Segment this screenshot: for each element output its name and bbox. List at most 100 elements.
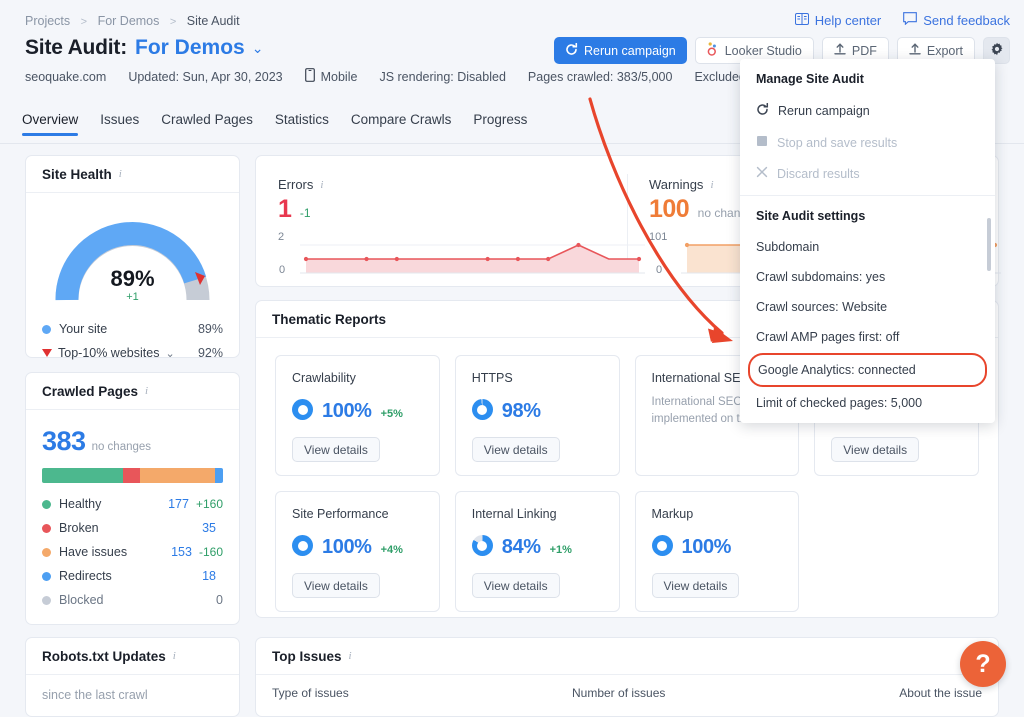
thematic-card-value-row: 98%: [471, 396, 603, 423]
tab-progress[interactable]: Progress: [473, 112, 527, 136]
dropdown-item-label: Discard results: [777, 166, 860, 181]
breakdown-value: 18: [202, 569, 216, 583]
site-health-legend: Your site 89% Top-10% websites ⌄ 92%: [42, 317, 223, 365]
crawled-pages-breakdown: Healthy 177 +160 Broken 35 Have issues 1…: [26, 483, 239, 612]
help-center-link[interactable]: Help center: [794, 12, 882, 28]
legend-label: Top-10% websites: [58, 346, 160, 360]
close-x-icon: [756, 166, 768, 181]
thematic-report-card[interactable]: Markup 100% View details: [634, 491, 800, 612]
dropdown-item-crawl-sources[interactable]: Crawl sources: Website: [740, 292, 995, 322]
utility-links: Help center Send feedback: [794, 12, 1010, 28]
dropdown-item-google-analytics[interactable]: Google Analytics: connected: [748, 353, 987, 387]
dropdown-item-crawl-subdomains[interactable]: Crawl subdomains: yes: [740, 262, 995, 292]
campaign-meta: seoquake.com Updated: Sun, Apr 30, 2023 …: [25, 68, 746, 85]
list-item[interactable]: Redirects 18: [42, 564, 223, 588]
info-icon[interactable]: i: [173, 650, 176, 662]
status-dot-icon: [42, 547, 51, 557]
dropdown-item-rerun-campaign[interactable]: Rerun campaign: [740, 95, 995, 127]
thematic-card-value-row: 84% +1%: [471, 532, 603, 559]
project-name-link[interactable]: For Demos: [135, 36, 245, 60]
info-icon[interactable]: i: [119, 168, 122, 180]
thematic-card-title: Internal Linking: [471, 507, 557, 521]
dropdown-item-discard-results: Discard results: [740, 158, 995, 189]
dropdown-item-label: Crawl sources: Website: [756, 300, 888, 314]
site-health-card: Site Health i 89% +1 Your site 89% Top-1…: [25, 155, 240, 360]
help-center-label: Help center: [814, 12, 882, 28]
thematic-report-card[interactable]: Internal Linking 84% +1% View details: [454, 491, 620, 612]
view-details-button[interactable]: View details: [292, 573, 380, 598]
thematic-card-percent: 84%: [501, 536, 541, 558]
sparkline-point[interactable]: [394, 256, 399, 262]
top-issues-title: Top Issues: [272, 648, 342, 664]
view-details-button[interactable]: View details: [471, 573, 560, 598]
info-icon[interactable]: i: [349, 650, 352, 662]
stacked-bar-segment: [214, 468, 223, 483]
dropdown-item-crawl-amp-pages[interactable]: Crawl AMP pages first: off: [740, 322, 995, 352]
sparkline-point[interactable]: [303, 256, 309, 262]
list-item[interactable]: Healthy 177 +160: [42, 492, 223, 516]
upload-icon: [834, 42, 846, 59]
sparkline-point[interactable]: [485, 256, 490, 262]
rerun-campaign-button[interactable]: Rerun campaign: [554, 37, 687, 64]
robots-txt-title: Robots.txt Updates: [42, 648, 166, 664]
thematic-report-card[interactable]: Site Performance 100% +4% View details: [275, 491, 440, 612]
progress-ring-icon: [471, 535, 493, 556]
errors-value-row: 1 -1: [278, 195, 627, 224]
thematic-reports-title: Thematic Reports: [272, 311, 387, 327]
chevron-down-icon[interactable]: ⌄: [252, 40, 264, 57]
breadcrumb-item-projects[interactable]: Projects: [25, 14, 70, 28]
view-details-button[interactable]: View details: [471, 437, 560, 462]
thematic-report-card[interactable]: Crawlability 100% +5% View details: [275, 355, 440, 476]
help-fab-button[interactable]: ?: [960, 641, 1006, 687]
legend-item-top-10-websites[interactable]: Top-10% websites ⌄ 92%: [42, 341, 223, 365]
view-details-button[interactable]: View details: [831, 437, 920, 462]
gear-icon: [990, 42, 1004, 59]
sparkline-point[interactable]: [576, 242, 581, 248]
dropdown-item-limit-of-checked-pages[interactable]: Limit of checked pages: 5,000: [740, 388, 995, 423]
sparkline-point[interactable]: [546, 256, 551, 262]
dropdown-scrollbar[interactable]: [987, 218, 991, 271]
send-feedback-link[interactable]: Send feedback: [903, 12, 1010, 28]
sparkline-point[interactable]: [364, 256, 369, 262]
chevron-down-icon[interactable]: ⌄: [165, 347, 174, 360]
dropdown-section-title-manage: Manage Site Audit: [756, 72, 864, 86]
stacked-bar-segment: [139, 468, 215, 483]
thematic-report-card[interactable]: HTTPS 98% View details: [454, 355, 620, 476]
stacked-bar-segment: [123, 468, 140, 483]
list-item[interactable]: Broken 35: [42, 516, 223, 540]
site-health-value: 89%: [110, 266, 154, 291]
sparkline-point[interactable]: [684, 242, 690, 248]
breadcrumb-separator: >: [169, 16, 177, 28]
refresh-icon: [756, 102, 769, 119]
stop-square-icon: [756, 135, 768, 150]
site-health-title: Site Health: [42, 166, 112, 182]
site-health-delta: +1: [126, 291, 139, 303]
list-item[interactable]: Have issues 153 -160: [42, 540, 223, 564]
dropdown-item-label: Limit of checked pages: 5,000: [756, 396, 923, 410]
tab-issues[interactable]: Issues: [100, 112, 139, 136]
tab-crawled-pages[interactable]: Crawled Pages: [161, 112, 253, 136]
dropdown-item-subdomain[interactable]: Subdomain: [740, 232, 995, 262]
mobile-icon: [304, 68, 315, 85]
status-dot-icon: [42, 523, 51, 533]
thematic-card-delta: +1%: [549, 544, 572, 556]
list-item[interactable]: Blocked 0: [42, 588, 223, 612]
rerun-campaign-label: Rerun campaign: [584, 43, 676, 58]
info-icon[interactable]: i: [710, 179, 713, 191]
tab-statistics[interactable]: Statistics: [275, 112, 329, 136]
column-header-about: About the issue: [899, 686, 982, 700]
info-icon[interactable]: i: [145, 385, 148, 397]
info-icon[interactable]: i: [320, 179, 323, 191]
breadcrumb-item-for-demos[interactable]: For Demos: [98, 14, 160, 28]
looker-studio-label: Looker Studio: [724, 43, 802, 58]
view-details-button[interactable]: View details: [292, 437, 380, 462]
thematic-card-value-row: 100% +5%: [292, 396, 423, 423]
looker-studio-icon: [707, 42, 719, 59]
tab-compare-crawls[interactable]: Compare Crawls: [351, 112, 452, 136]
sparkline-point[interactable]: [515, 256, 521, 262]
crawled-pages-title: Crawled Pages: [42, 383, 139, 399]
column-header-number: Number of issues: [572, 686, 666, 700]
tab-overview[interactable]: Overview: [22, 112, 79, 136]
meta-domain: seoquake.com: [25, 69, 107, 84]
view-details-button[interactable]: View details: [651, 573, 740, 598]
